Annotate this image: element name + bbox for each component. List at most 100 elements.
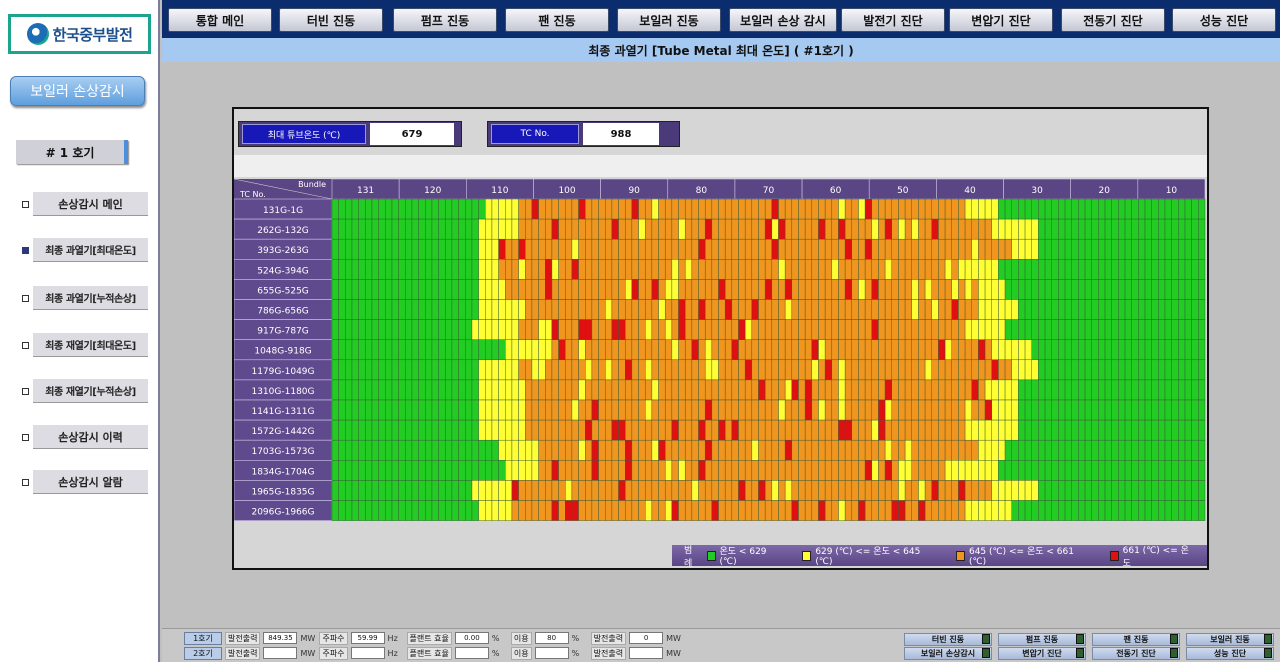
menu-item-history[interactable]: 손상감시 이력 <box>0 425 158 451</box>
tube-cell <box>878 279 886 300</box>
status-turbine-vibration-button[interactable]: 터빈 진동 <box>904 633 992 646</box>
status-boiler-vibration-button[interactable]: 보일러 진동 <box>1186 633 1274 646</box>
tube-cell <box>911 218 919 240</box>
tube-cell <box>578 279 586 300</box>
nav-performance-diagnosis[interactable]: 성능 진단 <box>1172 8 1276 32</box>
tube-cell <box>991 399 999 421</box>
tube-cell <box>691 339 699 361</box>
tube-cell <box>878 259 886 280</box>
unit2-button[interactable]: 2호기 <box>184 646 222 660</box>
status-transformer-button[interactable]: 변압기 진단 <box>998 647 1086 660</box>
nav-turbine-vibration[interactable]: 터빈 진동 <box>279 8 383 32</box>
tube-cell <box>1158 339 1166 361</box>
nav-boiler-damage[interactable]: 보일러 손상 감시 <box>729 8 837 32</box>
menu-item-rh-cum-damage[interactable]: 최종 재열기[누적손상] <box>0 379 158 405</box>
tube-cell <box>831 480 839 501</box>
tube-cell <box>738 419 746 441</box>
nav-pump-vibration[interactable]: 펌프 진동 <box>393 8 497 32</box>
nav-motor-diagnosis[interactable]: 전동기 진단 <box>1061 8 1165 32</box>
tube-cell <box>924 238 932 260</box>
tube-cell <box>911 359 919 381</box>
bundle-header-label: 30 <box>1031 186 1043 196</box>
menu-item-label[interactable]: 최종 과열기[최대온도] <box>33 238 148 262</box>
menu-item-label[interactable]: 손상감시 알람 <box>33 470 148 494</box>
unit-selector[interactable]: # 1 호기 <box>16 140 128 164</box>
menu-item-sh-cum-damage[interactable]: 최종 과열기[누적손상] <box>0 286 158 312</box>
nav-transformer-diagnosis[interactable]: 변압기 진단 <box>949 8 1053 32</box>
menu-item-label[interactable]: 손상감시 메인 <box>33 192 148 216</box>
nav-generator-diagnosis[interactable]: 발전기 진단 <box>841 8 945 32</box>
tube-cell <box>984 379 992 401</box>
tube-cell <box>618 439 626 461</box>
tube-cell <box>491 339 499 361</box>
tube-cell <box>611 339 619 361</box>
nav-boiler-vibration[interactable]: 보일러 진동 <box>617 8 721 32</box>
nav-fan-vibration[interactable]: 팬 진동 <box>505 8 609 32</box>
status-motor-button[interactable]: 전동기 진단 <box>1092 647 1180 660</box>
tube-cell <box>1064 419 1072 441</box>
tube-cell <box>871 379 879 401</box>
tube-cell <box>605 319 613 340</box>
tube-cell <box>638 198 646 220</box>
menu-item-label[interactable]: 손상감시 이력 <box>33 425 148 449</box>
tube-cell <box>378 500 386 521</box>
menu-item-rh-max-temp[interactable]: 최종 재열기[최대온도] <box>0 333 158 359</box>
tube-cell <box>1124 319 1132 340</box>
menu-item-sh-max-temp[interactable]: 최종 과열기[최대온도] <box>0 238 158 264</box>
tube-cell <box>431 480 439 501</box>
tube-cell <box>964 399 972 421</box>
section-title-button[interactable]: 보일러 손상감시 <box>10 76 145 106</box>
tube-cell <box>491 359 499 381</box>
tube-cell <box>651 279 659 300</box>
tube-cell <box>958 460 966 481</box>
tube-cell <box>1024 419 1032 441</box>
tube-cell <box>1164 460 1172 481</box>
tube-cell <box>871 198 879 220</box>
tube-cell <box>671 419 679 441</box>
tube-cell <box>844 238 853 260</box>
tube-cell <box>631 198 639 220</box>
tube-cell <box>691 279 699 300</box>
tube-cell <box>425 339 433 361</box>
menu-item-label[interactable]: 최종 재열기[누적손상] <box>33 379 148 403</box>
status-fan-vibration-button[interactable]: 팬 진동 <box>1092 633 1180 646</box>
tube-cell <box>438 379 446 401</box>
tube-cell <box>578 218 586 240</box>
tube-cell <box>851 419 859 441</box>
tube-cell <box>758 379 766 401</box>
tube-cell <box>644 480 653 501</box>
tube-cell <box>778 500 786 521</box>
menu-item-damage-main[interactable]: 손상감시 메인 <box>0 192 158 218</box>
tube-cell <box>485 339 493 361</box>
tube-cell <box>838 419 846 441</box>
unit1-button[interactable]: 1호기 <box>184 631 222 645</box>
tube-cell <box>618 399 626 421</box>
tube-cell <box>724 259 733 280</box>
menu-item-alarm[interactable]: 손상감시 알람 <box>0 470 158 496</box>
tube-cell <box>818 500 826 521</box>
tube-cell <box>684 379 693 401</box>
tube-cell <box>864 259 873 280</box>
tube-cell <box>465 439 473 461</box>
tube-cell <box>738 460 746 481</box>
tube-cell <box>431 339 439 361</box>
status-pump-vibration-button[interactable]: 펌프 진동 <box>998 633 1086 646</box>
status-performance-button[interactable]: 성능 진단 <box>1186 647 1274 660</box>
tube-cell <box>844 379 853 401</box>
tube-cell <box>445 359 453 381</box>
util-label: 이용 <box>510 646 532 660</box>
menu-item-label[interactable]: 최종 재열기[최대온도] <box>33 333 148 357</box>
tube-cell <box>624 218 633 240</box>
tube-cell <box>964 460 972 481</box>
tube-cell <box>358 480 366 501</box>
status-boiler-damage-button[interactable]: 보일러 손상감시 <box>904 647 992 660</box>
tube-cell <box>351 319 359 340</box>
tube-cell <box>478 279 486 300</box>
nav-integrated-main[interactable]: 통합 메인 <box>168 8 272 32</box>
menu-item-label[interactable]: 최종 과열기[누적손상] <box>33 286 148 310</box>
tube-cell <box>538 218 546 240</box>
tube-cell <box>1031 480 1039 501</box>
tube-cell <box>1111 238 1119 260</box>
tube-cell <box>365 339 373 361</box>
tube-cell <box>618 379 626 401</box>
